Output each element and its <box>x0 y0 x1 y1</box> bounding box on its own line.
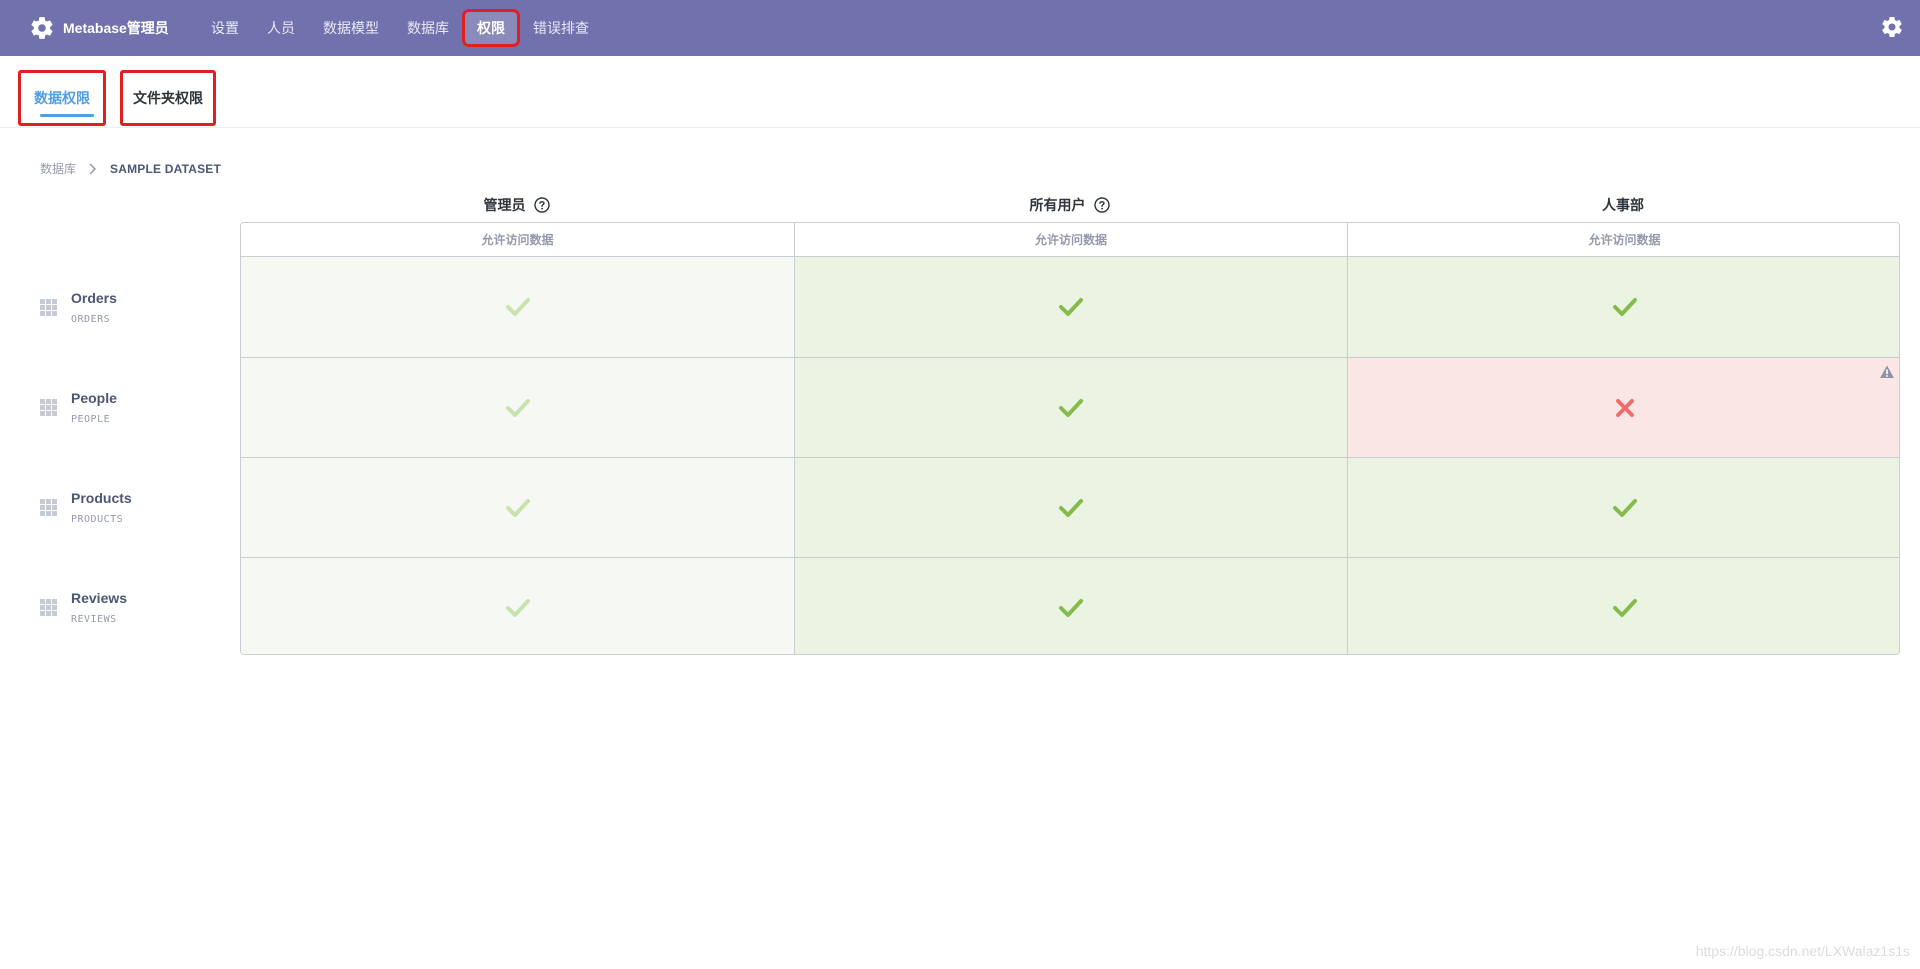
nav-menu: 设置 人员 数据模型 数据库 权限 错误排查 <box>199 0 605 56</box>
column-header: 允许访问数据 <box>1348 223 1899 257</box>
nav-item-people[interactable]: 人员 <box>255 12 307 44</box>
permission-cell[interactable] <box>795 357 1347 457</box>
permission-cell[interactable] <box>795 557 1347 654</box>
tab-data-permissions[interactable]: 数据权限 <box>18 70 106 126</box>
permission-cell[interactable] <box>1348 557 1899 654</box>
top-nav: Metabase管理员 设置 人员 数据模型 数据库 权限 错误排查 <box>0 0 1920 56</box>
permission-cell[interactable] <box>795 457 1347 557</box>
permission-cell[interactable] <box>1348 357 1899 457</box>
watermark: https://blog.csdn.net/LXWalaz1s1s <box>1695 943 1910 959</box>
permission-cell[interactable] <box>241 257 794 357</box>
nav-item-databases[interactable]: 数据库 <box>395 12 461 44</box>
permission-column-admin: 允许访问数据 <box>241 223 794 654</box>
column-header: 允许访问数据 <box>795 223 1347 257</box>
group-name: 人事部 <box>1602 197 1644 213</box>
gear-icon[interactable] <box>1880 15 1904 39</box>
group-name: 所有用户 <box>1029 197 1086 213</box>
group-header-hr: 人事部 <box>1346 195 1900 215</box>
table-name: People <box>71 389 117 406</box>
check-icon <box>505 498 530 517</box>
permission-cell[interactable] <box>241 557 794 654</box>
table-name: Orders <box>71 289 117 306</box>
table-name: Reviews <box>71 589 128 606</box>
table-schema-name: PRODUCTS <box>71 513 124 525</box>
table-grid-icon <box>40 498 57 516</box>
question-circle-icon[interactable] <box>1093 197 1110 213</box>
permission-cell[interactable] <box>795 257 1347 357</box>
chevron-right-icon <box>89 162 97 175</box>
permission-cell[interactable] <box>1348 257 1899 357</box>
table-grid-icon <box>40 398 57 416</box>
nav-item-data-model[interactable]: 数据模型 <box>311 12 391 44</box>
table-grid-icon <box>40 598 57 616</box>
check-icon <box>505 598 530 617</box>
nav-item-settings[interactable]: 设置 <box>199 12 251 44</box>
group-name: 管理员 <box>483 197 526 213</box>
breadcrumb: 数据库 SAMPLE DATASET <box>40 160 221 177</box>
table-grid-icon <box>40 298 57 316</box>
tab-label: 文件夹权限 <box>133 90 203 106</box>
table-schema-name: ORDERS <box>71 313 111 325</box>
breadcrumb-current: SAMPLE DATASET <box>110 161 222 176</box>
warning-icon[interactable] <box>1879 364 1895 380</box>
table-row-label[interactable]: Orders ORDERS <box>40 282 117 332</box>
table-row-label[interactable]: Reviews REVIEWS <box>40 582 127 632</box>
check-icon <box>1059 398 1083 417</box>
permission-column-all-users: 允许访问数据 <box>794 223 1347 654</box>
check-icon <box>1612 598 1637 617</box>
table-row-label[interactable]: Products PRODUCTS <box>40 482 132 532</box>
permissions-tabbar: 数据权限 文件夹权限 <box>0 56 1920 128</box>
group-header-all-users: 所有用户 <box>793 195 1346 215</box>
nav-item-troubleshooting[interactable]: 错误排查 <box>521 12 601 44</box>
group-header-admin: 管理员 <box>240 195 793 215</box>
gear-icon <box>31 17 53 39</box>
permissions-grid: 允许访问数据 允许访问数据 允许访问数据 <box>240 222 1900 655</box>
nav-item-permissions[interactable]: 权限 <box>462 9 520 47</box>
breadcrumb-databases-link[interactable]: 数据库 <box>40 160 76 177</box>
permission-cell[interactable] <box>241 457 794 557</box>
column-header: 允许访问数据 <box>241 223 794 257</box>
table-name: Products <box>71 489 132 506</box>
permission-column-hr: 允许访问数据 <box>1347 223 1899 654</box>
check-icon <box>505 298 530 316</box>
permission-cell[interactable] <box>241 357 794 457</box>
close-icon <box>1615 398 1634 417</box>
check-icon <box>1612 498 1637 517</box>
table-schema-name: REVIEWS <box>71 613 117 625</box>
active-tab-indicator <box>40 114 94 117</box>
table-schema-name: PEOPLE <box>71 413 111 425</box>
check-icon <box>1612 298 1637 316</box>
brand[interactable]: Metabase管理员 <box>29 14 169 42</box>
brand-label: Metabase管理员 <box>63 20 169 36</box>
tab-collection-permissions[interactable]: 文件夹权限 <box>120 70 216 126</box>
question-circle-icon[interactable] <box>533 197 550 213</box>
table-row-label[interactable]: People PEOPLE <box>40 382 117 432</box>
tab-label: 数据权限 <box>34 90 90 106</box>
permission-cell[interactable] <box>1348 457 1899 557</box>
check-icon <box>1059 298 1083 316</box>
check-icon <box>1059 598 1083 617</box>
check-icon <box>1059 498 1083 517</box>
check-icon <box>505 398 530 417</box>
